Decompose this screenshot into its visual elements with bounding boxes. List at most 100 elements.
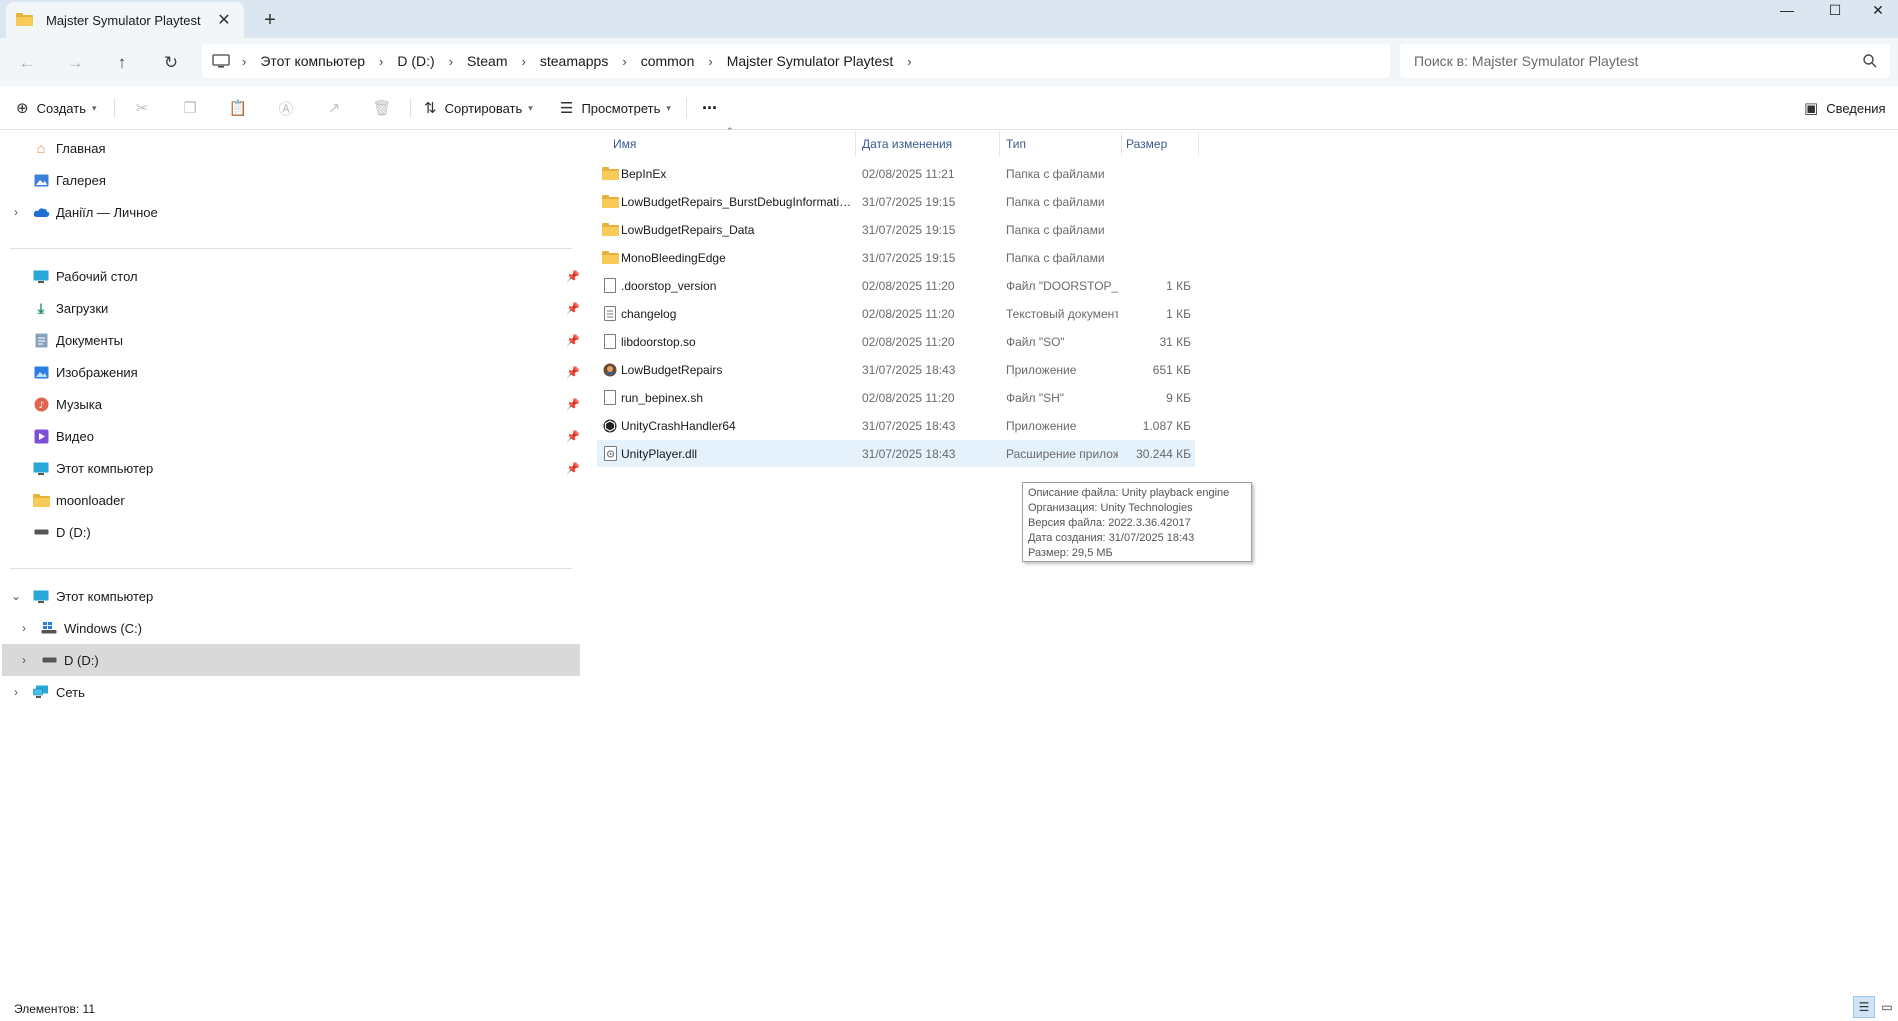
file-row[interactable]: LowBudgetRepairs_Data 31/07/2025 19:15 П…	[597, 216, 1195, 243]
up-arrow-icon[interactable]: ↑	[107, 48, 137, 78]
desktop-icon	[32, 268, 50, 284]
column-header-name[interactable]: Имя	[605, 132, 855, 156]
delete-icon[interactable]: 🗑	[370, 96, 394, 120]
file-row[interactable]: LowBudgetRepairs_BurstDebugInformation_D…	[597, 188, 1195, 215]
pictures-icon	[32, 364, 50, 380]
tab-close-icon[interactable]: ✕	[214, 10, 234, 30]
sidebar-item-gallery[interactable]: Галерея	[0, 164, 580, 196]
file-row[interactable]: changelog 02/08/2025 11:20 Текстовый док…	[597, 300, 1195, 327]
file-row[interactable]: UnityCrashHandler64 31/07/2025 18:43 При…	[597, 412, 1195, 439]
pin-icon[interactable]: 📌	[566, 334, 580, 347]
svg-text:♪: ♪	[38, 401, 44, 411]
close-window-button[interactable]: ✕	[1858, 0, 1898, 20]
file-row[interactable]: libdoorstop.so 02/08/2025 11:20 Файл "SO…	[597, 328, 1195, 355]
sort-button[interactable]: ⇅ Сортировать ▾	[424, 96, 533, 120]
create-button[interactable]: ⊕ Создать ▾	[16, 96, 97, 120]
column-header-type[interactable]: Тип	[998, 132, 1120, 156]
maximize-button[interactable]: ☐	[1815, 0, 1855, 20]
column-header-date[interactable]: Дата изменения	[854, 132, 999, 156]
breadcrumb-item[interactable]: steamapps	[540, 53, 608, 69]
new-tab-button[interactable]: +	[258, 8, 282, 32]
file-type: Папка с файлами	[1006, 166, 1105, 181]
sidebar-item-home[interactable]: ⌂ Главная	[0, 132, 580, 164]
file-size: 1 КБ	[1166, 278, 1191, 293]
chevron-right-icon[interactable]: ›	[0, 685, 32, 699]
chevron-right-icon[interactable]: ›	[622, 54, 626, 69]
details-button[interactable]: ▣ Сведения	[1804, 96, 1886, 120]
forward-arrow-icon[interactable]: →	[60, 48, 90, 78]
sidebar-item-pictures[interactable]: Изображения 📌	[0, 356, 580, 388]
breadcrumb-item[interactable]: Steam	[467, 53, 507, 69]
address-bar[interactable]: › Этот компьютер › D (D:) › Steam › stea…	[202, 44, 1390, 78]
pin-icon[interactable]: 📌	[566, 398, 580, 411]
file-date: 02/08/2025 11:20	[862, 390, 955, 405]
tab-active[interactable]: Majster Symulator Playtest ✕	[6, 2, 244, 38]
sidebar-tree-drive-d[interactable]: › D (D:)	[2, 644, 580, 676]
chevron-down-icon[interactable]: ⌄	[0, 589, 32, 603]
refresh-icon[interactable]: ↻	[156, 48, 186, 78]
column-header-size[interactable]: Размер	[1118, 132, 1198, 156]
chevron-right-icon[interactable]: ›	[8, 653, 40, 667]
minimize-button[interactable]: —	[1767, 0, 1807, 20]
pin-icon[interactable]: 📌	[566, 366, 580, 379]
pin-icon[interactable]: 📌	[566, 430, 580, 443]
sidebar-item-videos[interactable]: Видео 📌	[0, 420, 580, 452]
file-type: Приложение	[1006, 362, 1077, 377]
downloads-icon: ⤓	[37, 299, 45, 316]
text-file-icon	[601, 306, 619, 322]
search-icon[interactable]	[1862, 53, 1878, 69]
search-input[interactable]: Поиск в: Majster Symulator Playtest	[1400, 44, 1890, 78]
chevron-right-icon[interactable]: ›	[522, 54, 526, 69]
share-icon[interactable]: ↗	[322, 96, 346, 120]
more-options-button[interactable]: ···	[702, 96, 718, 120]
tiles-view-icon[interactable]: ▭	[1876, 996, 1898, 1018]
cut-icon[interactable]: ✂	[130, 96, 154, 120]
view-button[interactable]: ☰ Просмотреть ▾	[560, 96, 671, 120]
chevron-right-icon[interactable]: ›	[0, 205, 32, 219]
file-size: 30.244 КБ	[1136, 446, 1191, 461]
sort-label: Сортировать	[444, 100, 523, 116]
sidebar-item-downloads[interactable]: ⤓ Загрузки 📌	[0, 292, 580, 324]
sidebar-item-this-pc[interactable]: Этот компьютер 📌	[0, 452, 580, 484]
sidebar-item-desktop[interactable]: Рабочий стол 📌	[0, 260, 580, 292]
chevron-right-icon[interactable]: ›	[8, 621, 40, 635]
file-date: 02/08/2025 11:20	[862, 334, 955, 349]
folder-icon	[16, 13, 34, 27]
chevron-right-icon[interactable]: ›	[708, 54, 712, 69]
sidebar-tree-windows-c[interactable]: › Windows (C:)	[0, 612, 580, 644]
rename-icon[interactable]: Ⓐ	[274, 96, 298, 120]
copy-icon[interactable]: ❐	[178, 96, 202, 120]
sidebar-item-onedrive[interactable]: › Даніїл — Личное	[0, 196, 580, 228]
file-row[interactable]: MonoBleedingEdge 31/07/2025 19:15 Папка …	[597, 244, 1195, 271]
pin-icon[interactable]: 📌	[566, 270, 580, 283]
view-list-icon: ☰	[560, 100, 574, 117]
pin-icon[interactable]: 📌	[566, 462, 580, 475]
paste-icon[interactable]: 📋	[226, 96, 250, 120]
sidebar-item-moonloader[interactable]: moonloader	[0, 484, 580, 516]
file-row[interactable]: run_bepinex.sh 02/08/2025 11:20 Файл "SH…	[597, 384, 1195, 411]
back-arrow-icon[interactable]: ←	[12, 48, 42, 78]
file-row[interactable]: .doorstop_version 02/08/2025 11:20 Файл …	[597, 272, 1195, 299]
breadcrumb-item[interactable]: Этот компьютер	[260, 53, 365, 69]
sidebar-tree-this-pc[interactable]: ⌄ Этот компьютер	[0, 580, 580, 612]
chevron-right-icon[interactable]: ›	[907, 54, 911, 69]
column-divider[interactable]	[1198, 132, 1199, 156]
file-name: .doorstop_version	[621, 278, 717, 293]
folder-icon	[601, 222, 619, 238]
file-size: 1 КБ	[1166, 306, 1191, 321]
chevron-right-icon[interactable]: ›	[242, 54, 246, 69]
chevron-right-icon[interactable]: ›	[379, 54, 383, 69]
details-view-icon[interactable]: ☰	[1853, 996, 1875, 1018]
file-row-selected[interactable]: UnityPlayer.dll 31/07/2025 18:43 Расшире…	[597, 440, 1195, 467]
sidebar-tree-network[interactable]: › Сеть	[0, 676, 580, 708]
sidebar-item-documents[interactable]: Документы 📌	[0, 324, 580, 356]
breadcrumb-item[interactable]: D (D:)	[397, 53, 434, 69]
chevron-right-icon[interactable]: ›	[449, 54, 453, 69]
breadcrumb-item[interactable]: Majster Symulator Playtest	[727, 53, 894, 69]
breadcrumb-item[interactable]: common	[641, 53, 695, 69]
pin-icon[interactable]: 📌	[566, 302, 580, 315]
file-row[interactable]: LowBudgetRepairs 31/07/2025 18:43 Прилож…	[597, 356, 1195, 383]
file-row[interactable]: BepInEx 02/08/2025 11:21 Папка с файлами	[597, 160, 1195, 187]
sidebar-item-drive-d[interactable]: D (D:)	[0, 516, 580, 548]
sidebar-item-music[interactable]: ♪ Музыка 📌	[0, 388, 580, 420]
